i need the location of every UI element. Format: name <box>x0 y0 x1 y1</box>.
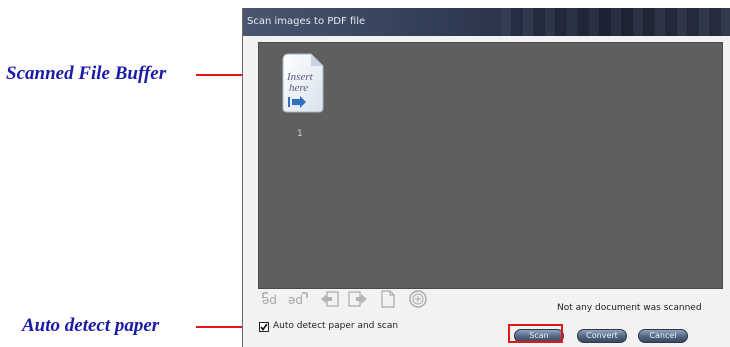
auto-detect-checkbox[interactable] <box>259 322 269 332</box>
convert-button[interactable]: Convert <box>577 329 627 343</box>
thumbnail-index: 1 <box>297 129 303 139</box>
window-title: Scan images to PDF file <box>247 16 366 27</box>
move-back-icon[interactable] <box>319 289 341 309</box>
cancel-button[interactable]: Cancel <box>638 329 688 343</box>
svg-text:ǝd: ǝd <box>288 293 303 307</box>
checkmark-icon <box>260 323 268 331</box>
zoom-icon[interactable] <box>407 289 429 309</box>
svg-text:ǝd: ǝd <box>262 293 277 307</box>
scan-window: Scan images to PDF file Insert here 1 ǝd… <box>242 8 730 347</box>
thumbnail-text-2: here <box>289 82 308 94</box>
title-bar-pattern <box>501 8 730 36</box>
delete-page-icon[interactable] <box>377 289 399 309</box>
scan-status-message: Not any document was scanned <box>557 303 702 313</box>
callout-scanned-file-buffer: Scanned File Buffer <box>6 63 167 84</box>
rotate-right-icon[interactable]: ǝd <box>287 289 309 309</box>
move-forward-icon[interactable] <box>347 289 369 309</box>
auto-detect-label: Auto detect paper and scan <box>273 321 399 331</box>
insert-here-icon: Insert here <box>282 53 324 113</box>
page-thumbnail[interactable]: Insert here <box>281 52 325 113</box>
scan-button-highlight <box>508 324 563 343</box>
callout-auto-detect-paper: Auto detect paper <box>22 315 160 336</box>
scanned-file-buffer[interactable]: Insert here 1 <box>258 42 723 289</box>
title-bar: Scan images to PDF file <box>243 8 730 36</box>
rotate-left-icon[interactable]: ǝd <box>261 289 283 309</box>
